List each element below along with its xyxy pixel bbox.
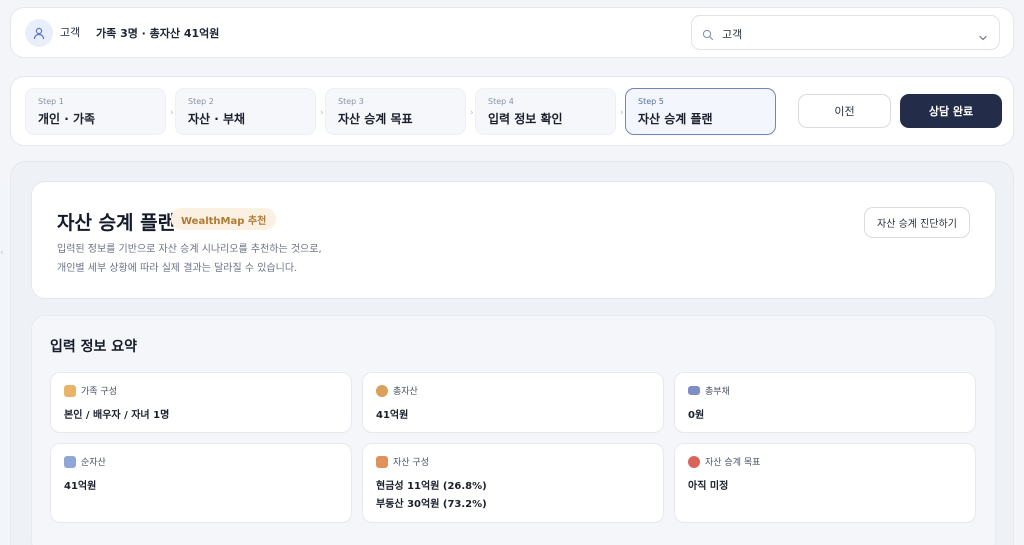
summary-tile-asset-composition: 자산 구성 현금성 11억원 (26.8%) 부동산 30억원 (73.2%) bbox=[362, 443, 664, 523]
tile-label: 자산 승계 목표 bbox=[705, 458, 761, 468]
tile-value: 41억원 bbox=[64, 481, 97, 492]
summary-tile-total-debt: 총부채 0원 bbox=[674, 372, 976, 433]
step-2[interactable]: Step 2 자산 · 부채 bbox=[175, 88, 316, 135]
tile-label: 총부채 bbox=[705, 387, 730, 397]
card-icon bbox=[688, 386, 700, 395]
prev-button[interactable]: 이전 bbox=[798, 94, 891, 128]
step-label: 입력 정보 확인 bbox=[488, 112, 563, 126]
client-select-value: 고객 bbox=[722, 28, 743, 41]
diagnose-button[interactable]: 자산 승계 진단하기 bbox=[864, 207, 970, 238]
user-icon bbox=[25, 19, 53, 47]
tile-label-row: 자산 구성 bbox=[376, 455, 429, 468]
client-header: 고객 가족 3명 · 총자산 41억원 고객 bbox=[10, 7, 1014, 58]
step-arrow-icon: › bbox=[620, 108, 624, 118]
house-icon bbox=[376, 455, 388, 468]
step-4[interactable]: Step 4 입력 정보 확인 bbox=[475, 88, 616, 135]
step-arrow-icon: › bbox=[320, 108, 324, 118]
complete-consultation-button[interactable]: 상담 완료 bbox=[900, 94, 1002, 128]
tile-value: 아직 미정 bbox=[688, 481, 729, 492]
tile-label-row: 가족 구성 bbox=[64, 384, 117, 397]
chevron-down-icon bbox=[978, 28, 988, 47]
step-label: 자산 승계 목표 bbox=[338, 112, 413, 126]
step-number: Step 3 bbox=[338, 97, 364, 106]
step-number: Step 5 bbox=[638, 97, 664, 106]
summary-tile-succession-goal: 자산 승계 목표 아직 미정 bbox=[674, 443, 976, 523]
user-role: 고객 bbox=[60, 26, 81, 39]
plan-description: 개인별 세부 상황에 따라 실제 결과는 달라질 수 있습니다. bbox=[57, 263, 298, 274]
summary-tile-total-assets: 총자산 41억원 bbox=[362, 372, 664, 433]
tile-value: 부동산 30억원 (73.2%) bbox=[376, 499, 487, 510]
tile-value: 현금성 11억원 (26.8%) bbox=[376, 481, 487, 492]
plan-header-card: 자산 승계 플랜 WealthMap 추천 입력된 정보를 기반으로 자산 승계… bbox=[31, 181, 996, 299]
step-number: Step 2 bbox=[188, 97, 214, 106]
tile-label-row: 순자산 bbox=[64, 455, 106, 468]
tile-label-row: 총부채 bbox=[688, 384, 730, 397]
step-navigation: Step 1 개인 · 가족 › Step 2 자산 · 부채 › Step 3… bbox=[10, 76, 1014, 146]
chart-icon bbox=[64, 455, 76, 468]
summary-tile-family: 가족 구성 본인 / 배우자 / 자녀 1명 bbox=[50, 372, 352, 433]
step-5[interactable]: Step 5 자산 승계 플랜 bbox=[625, 88, 776, 135]
summary-tile-net-assets: 순자산 41억원 bbox=[50, 443, 352, 523]
step-number: Step 1 bbox=[38, 97, 64, 106]
client-select[interactable]: 고객 bbox=[691, 15, 1000, 50]
family-summary: 가족 3명 · 총자산 41억원 bbox=[96, 27, 220, 40]
step-3[interactable]: Step 3 자산 승계 목표 bbox=[325, 88, 466, 135]
step-arrow-icon: › bbox=[170, 108, 174, 118]
target-icon bbox=[688, 455, 700, 468]
tile-label: 총자산 bbox=[393, 387, 418, 397]
step-label: 자산 승계 플랜 bbox=[638, 112, 713, 126]
plan-description: 입력된 정보를 기반으로 자산 승계 시나리오를 추천하는 것으로, bbox=[57, 244, 322, 255]
tile-value: 0원 bbox=[688, 410, 705, 421]
tile-label-row: 총자산 bbox=[376, 384, 418, 397]
step-label: 개인 · 가족 bbox=[38, 112, 96, 126]
page-title: 자산 승계 플랜 bbox=[57, 212, 176, 234]
main-content: 자산 승계 플랜 WealthMap 추천 입력된 정보를 기반으로 자산 승계… bbox=[10, 161, 1014, 545]
family-icon bbox=[64, 384, 76, 397]
tile-label: 가족 구성 bbox=[81, 387, 117, 397]
step-number: Step 4 bbox=[488, 97, 514, 106]
step-arrow-icon: › bbox=[470, 108, 474, 118]
tile-value: 41억원 bbox=[376, 410, 409, 421]
search-icon bbox=[702, 26, 714, 45]
tile-value: 본인 / 배우자 / 자녀 1명 bbox=[64, 410, 170, 421]
tile-label-row: 자산 승계 목표 bbox=[688, 455, 760, 468]
money-bag-icon bbox=[376, 384, 388, 397]
collapse-handle-icon[interactable]: ‹ bbox=[0, 248, 4, 258]
tile-label: 자산 구성 bbox=[393, 458, 429, 468]
input-summary-section: 입력 정보 요약 가족 구성 본인 / 배우자 / 자녀 1명 총자산 41억원… bbox=[31, 315, 996, 545]
tile-label: 순자산 bbox=[81, 458, 106, 468]
section-title: 입력 정보 요약 bbox=[50, 339, 138, 355]
step-1[interactable]: Step 1 개인 · 가족 bbox=[25, 88, 166, 135]
recommendation-badge: WealthMap 추천 bbox=[171, 208, 277, 230]
step-label: 자산 · 부채 bbox=[188, 112, 246, 126]
